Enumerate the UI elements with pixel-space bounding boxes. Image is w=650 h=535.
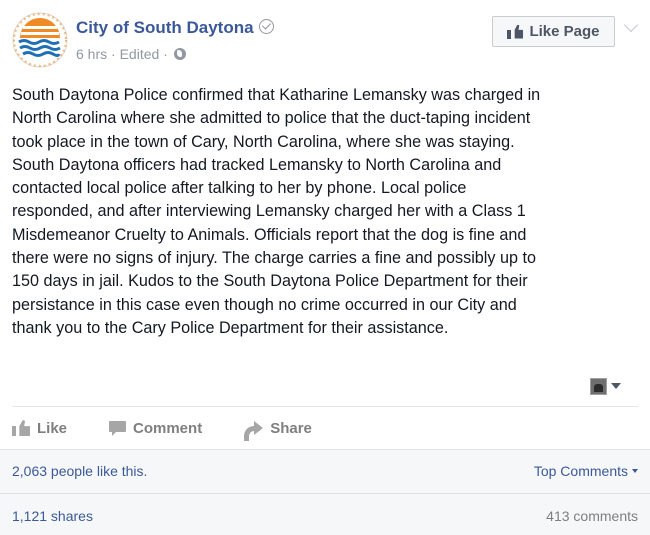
comment-label: Comment [133,419,203,437]
post-body-line: 150 days in jail. Kudos to the South Day… [12,272,528,291]
share-label: Share [270,419,312,437]
post-body-line: South Daytona Police confirmed that Kath… [12,86,541,104]
post-body-line: contacted local police after talking to … [12,179,467,198]
caret-down-icon [632,469,638,473]
tag-photo-icon [590,377,607,395]
tag-photo-button[interactable] [590,376,630,396]
meta-separator-2: · [163,46,168,62]
post-meta: 6 hrs · Edited · [76,46,186,62]
page-name-link[interactable]: City of South Daytona [76,18,274,38]
top-comments-label: Top Comments [533,463,628,479]
share-button[interactable]: Share [244,419,312,441]
post-body-line: persistance in this case even though no … [12,295,517,314]
shares-count-link[interactable]: 1,121 shares [12,508,93,524]
verified-check-icon [258,19,274,34]
comment-bubble-icon [109,420,127,436]
post-body-line: Misdemeanor Cruelty to Animals. Official… [12,225,527,244]
post-body-line: responded, and after interviewing Lemans… [12,202,526,221]
post-actions: Like Comment Share [12,416,354,441]
like-page-label: Like Page [529,23,600,40]
post-body-line: took place in the town of Cary, North Ca… [12,132,515,151]
page-avatar[interactable] [12,12,68,68]
city-logo [12,12,68,68]
post-header: City of South Daytona 6 hrs · Edited · L… [12,12,639,68]
thumbs-up-icon [12,420,30,436]
comment-button[interactable]: Comment [109,420,202,437]
chevron-down-icon[interactable] [623,17,639,33]
thumbs-up-icon [507,24,524,39]
like-label: Like [37,419,68,437]
likes-row: 2,063 people like this. Top Comments [12,460,638,482]
comments-count[interactable]: 413 comments [546,508,638,524]
edited-label[interactable]: Edited [120,46,160,62]
post-body-line: there were no signs of injury. The charg… [12,249,536,268]
post-body: South Daytona Police confirmed that Kath… [12,84,637,340]
like-page-button[interactable]: Like Page [492,16,615,47]
meta-separator: · [111,46,116,62]
caret-down-icon [611,383,621,389]
page-name-text[interactable]: City of South Daytona [76,18,254,37]
likes-count-link[interactable]: 2,063 people like this. [12,463,147,479]
like-button[interactable]: Like [12,420,67,437]
post-body-line: thank you to the Cary Police Department … [12,318,449,337]
globe-icon[interactable] [173,48,186,60]
share-arrow-icon [244,420,264,441]
top-comments-dropdown[interactable]: Top Comments [534,463,638,479]
facebook-post: City of South Daytona 6 hrs · Edited · L… [0,0,650,535]
post-body-line: South Daytona officers had tracked Leman… [12,155,502,174]
actions-divider [12,406,638,407]
footer-divider [0,493,650,494]
post-time[interactable]: 6 hrs [76,46,107,62]
post-footer: 2,063 people like this. Top Comments 1,1… [0,449,650,535]
post-body-line: North Carolina where she admitted to pol… [12,109,531,128]
shares-row: 1,121 shares 413 comments [12,505,638,527]
